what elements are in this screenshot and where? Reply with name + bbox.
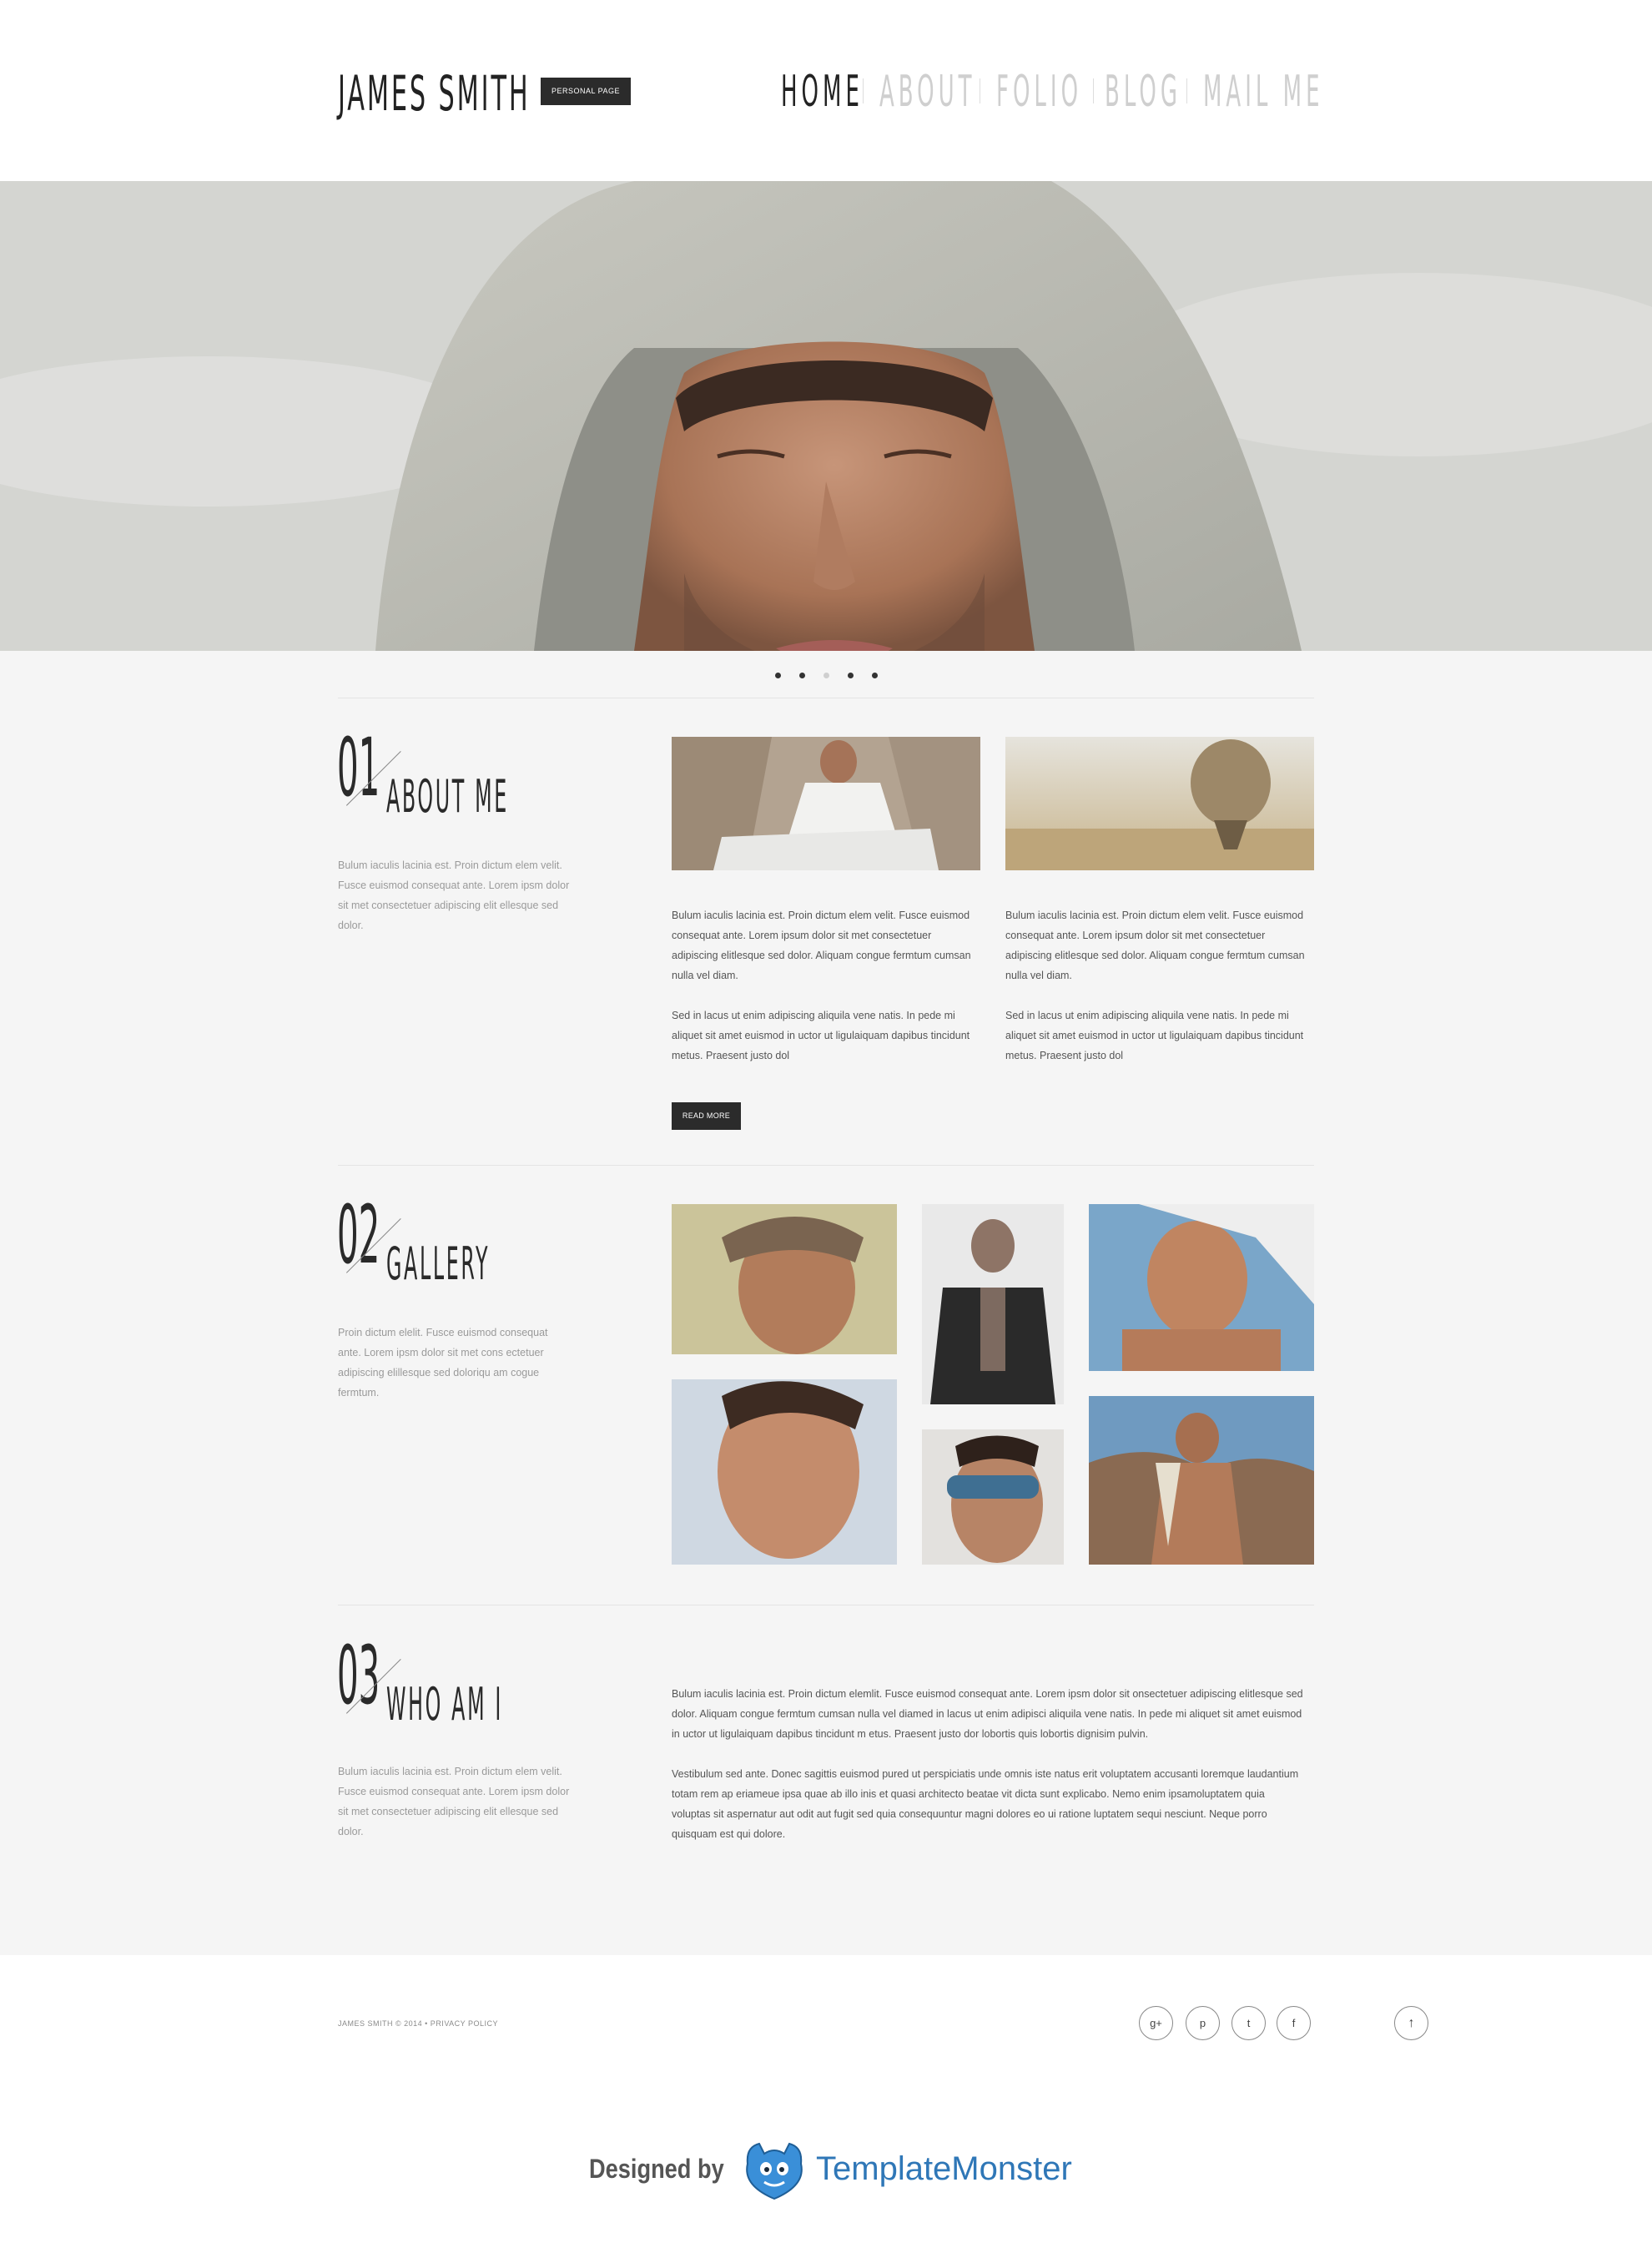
twitter-icon[interactable]: t — [1231, 2006, 1266, 2040]
paragraph: Vestibulum sed ante. Donec sagittis euis… — [672, 1768, 1299, 1840]
pinterest-icon[interactable]: p — [1186, 2006, 1220, 2040]
gallery-photo-4[interactable] — [672, 1379, 897, 1565]
who-body: Bulum iaculis lacinia est. Proin dictum … — [672, 1684, 1306, 1864]
designed-by-label: Designed by — [589, 2154, 724, 2184]
who-intro: Bulum iaculis lacinia est. Proin dictum … — [338, 1766, 570, 1837]
slider-dot[interactable] — [774, 673, 781, 678]
slider-dots — [0, 668, 1652, 681]
site-footer — [0, 1955, 1652, 2253]
gallery-photo-5[interactable] — [922, 1429, 1064, 1565]
google-plus-icon[interactable]: g+ — [1139, 2006, 1173, 2040]
nav-separator — [863, 78, 864, 103]
slider-dot[interactable] — [847, 673, 854, 678]
about-photo-balloon — [1005, 737, 1314, 870]
section-number: 01 — [337, 721, 380, 814]
nav-folio[interactable]: FOLIO — [996, 67, 1082, 117]
gallery-photo-1[interactable] — [672, 1204, 897, 1354]
gallery-photo-2[interactable] — [922, 1204, 1064, 1404]
personal-page-badge: PERSONAL PAGE — [541, 78, 631, 105]
slider-dot[interactable] — [823, 673, 829, 678]
gallery-photo-3[interactable] — [1089, 1204, 1314, 1371]
slider-dot[interactable] — [798, 673, 805, 678]
nav-mail-me[interactable]: MAIL ME — [1203, 67, 1324, 117]
about-column-2: Bulum iaculis lacinia est. Proin dictum … — [1005, 905, 1314, 1086]
about-photo-man — [672, 737, 980, 870]
facebook-icon[interactable]: f — [1277, 2006, 1311, 2040]
paragraph: Sed in lacus ut enim adipiscing aliquila… — [1005, 1010, 1304, 1061]
section-title-gallery: GALLERY — [386, 1237, 491, 1290]
gallery-photo-6[interactable] — [1089, 1396, 1314, 1565]
read-more-button[interactable]: READ MORE — [672, 1102, 741, 1130]
paragraph: Bulum iaculis lacinia est. Proin dictum … — [672, 910, 971, 981]
hero-slider[interactable] — [0, 181, 1652, 651]
copyright[interactable]: JAMES SMITH © 2014 • PRIVACY POLICY — [338, 2019, 498, 2028]
about-intro: Bulum iaculis lacinia est. Proin dictum … — [338, 859, 570, 931]
nav-home[interactable]: HOME — [781, 67, 864, 117]
templatemonster-brand[interactable]: TemplateMonster — [816, 2150, 1072, 2188]
paragraph: Sed in lacus ut enim adipiscing aliquila… — [672, 1010, 970, 1061]
slider-dot[interactable] — [871, 673, 878, 678]
section-title-about: ABOUT ME — [386, 770, 509, 823]
paragraph: Bulum iaculis lacinia est. Proin dictum … — [1005, 910, 1305, 981]
nav-about[interactable]: ABOUT — [879, 67, 976, 117]
section-number: 03 — [337, 1629, 380, 1722]
nav-blog[interactable]: BLOG — [1105, 67, 1181, 117]
section-number: 02 — [337, 1188, 380, 1282]
nav-separator — [1093, 78, 1094, 103]
back-to-top-icon[interactable]: ↑ — [1394, 2006, 1428, 2040]
nav-separator — [1186, 78, 1187, 103]
section-divider — [338, 1165, 1314, 1166]
about-column-1: Bulum iaculis lacinia est. Proin dictum … — [672, 905, 980, 1086]
paragraph: Bulum iaculis lacinia est. Proin dictum … — [672, 1688, 1303, 1740]
gallery-intro: Proin dictum elelit. Fusce euismod conse… — [338, 1327, 548, 1399]
site-logo[interactable]: JAMES SMITH — [338, 65, 530, 122]
section-title-who: WHO AM I — [386, 1678, 504, 1731]
templatemonster-logo[interactable] — [739, 2139, 809, 2206]
hero-image — [0, 181, 1652, 651]
